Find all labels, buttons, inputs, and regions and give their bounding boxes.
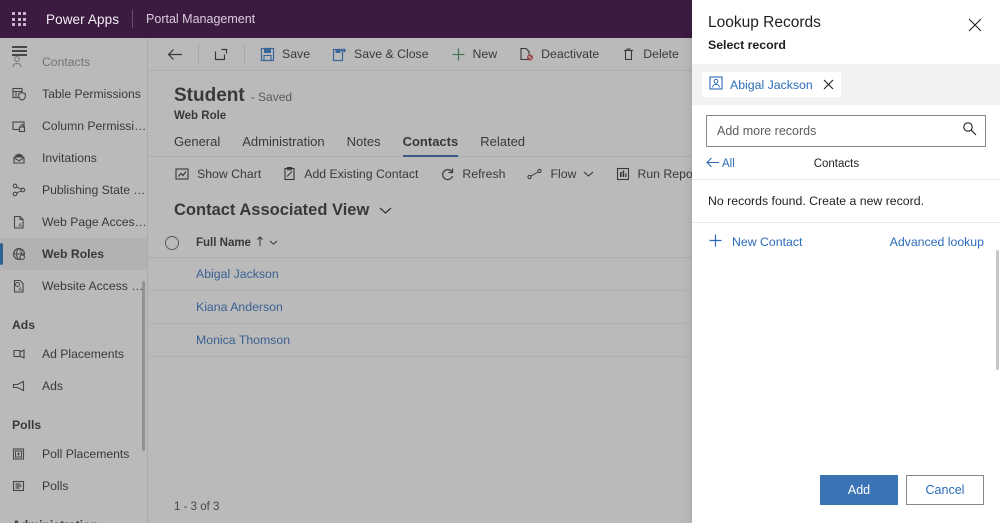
plus-icon bbox=[708, 233, 723, 251]
lookup-search-box[interactable] bbox=[706, 115, 986, 147]
lookup-panel-title: Lookup Records bbox=[708, 14, 821, 31]
lookup-entity-nav: All Contacts bbox=[692, 147, 1000, 180]
lookup-empty-message: No records found. Create a new record. bbox=[692, 180, 1000, 223]
lookup-panel-spacer bbox=[692, 261, 1000, 475]
close-icon[interactable] bbox=[960, 10, 990, 40]
back-to-all-label: All bbox=[722, 158, 735, 170]
modal-dim-overlay bbox=[0, 38, 692, 523]
selected-record-label: Abigal Jackson bbox=[730, 77, 813, 92]
back-to-all-button[interactable]: All bbox=[706, 157, 735, 171]
lookup-search-area bbox=[692, 105, 1000, 147]
search-input[interactable] bbox=[717, 124, 962, 138]
selected-records-area: Abigal Jackson bbox=[692, 64, 1000, 105]
new-contact-label: New Contact bbox=[732, 235, 803, 249]
lookup-actions-row: New Contact Advanced lookup bbox=[692, 223, 1000, 261]
app-name-label: Portal Management bbox=[146, 12, 256, 26]
lookup-entity-label: Contacts bbox=[813, 158, 860, 170]
new-contact-button[interactable]: New Contact bbox=[708, 233, 802, 251]
lookup-panel-footer: Add Cancel bbox=[692, 475, 1000, 523]
advanced-lookup-link[interactable]: Advanced lookup bbox=[890, 235, 984, 249]
cancel-button[interactable]: Cancel bbox=[906, 475, 984, 505]
add-button[interactable]: Add bbox=[820, 475, 898, 505]
selected-record-chip[interactable]: Abigal Jackson bbox=[702, 72, 841, 97]
lookup-records-panel: Lookup Records Select record Abigal Jack… bbox=[692, 0, 1000, 523]
lookup-panel-header: Lookup Records Select record bbox=[692, 0, 1000, 52]
lookup-panel-subtitle: Select record bbox=[708, 38, 786, 52]
panel-scrollbar[interactable] bbox=[996, 250, 999, 370]
search-icon[interactable] bbox=[962, 121, 977, 141]
app-launcher-icon[interactable] bbox=[0, 0, 38, 38]
brand-label: Power Apps bbox=[46, 11, 120, 27]
header-divider bbox=[132, 10, 134, 28]
contact-record-icon bbox=[709, 76, 723, 93]
app-root: Power Apps Portal Management Contacts Ta… bbox=[0, 0, 1000, 523]
back-arrow-icon bbox=[706, 157, 720, 171]
close-icon[interactable] bbox=[823, 79, 834, 90]
